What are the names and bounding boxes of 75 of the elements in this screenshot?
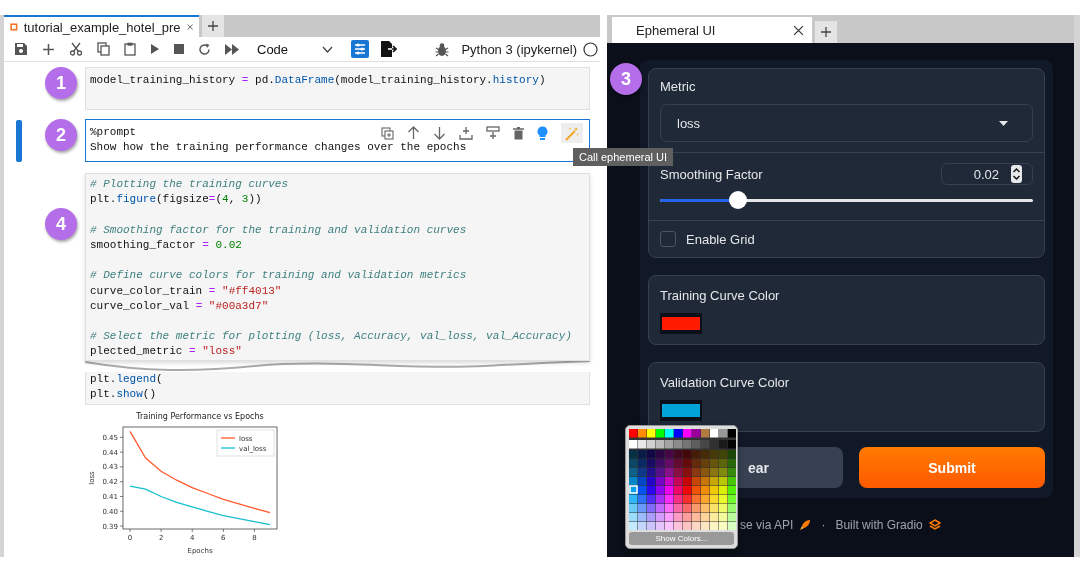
tooltip: Call ephemeral UI: [573, 148, 674, 166]
chevron-down-icon: [322, 45, 334, 53]
insert-above-icon[interactable]: [486, 126, 500, 141]
lightbulb-icon[interactable]: [537, 125, 548, 141]
restart-icon[interactable]: [198, 42, 211, 56]
color-label: Validation Curve Color: [660, 375, 791, 390]
code-line: plt.show(): [90, 386, 156, 402]
kernel-name[interactable]: Python 3 (ipykernel): [461, 41, 577, 57]
close-icon[interactable]: [793, 24, 804, 36]
code-line: %prompt: [90, 125, 137, 141]
code-line: # Define curve colors for training and validation metrics: [90, 268, 467, 284]
step-badge: 3: [610, 63, 642, 95]
new-tab-button[interactable]: [815, 21, 837, 43]
app-tab[interactable]: Ephemeral UI: [612, 17, 812, 43]
code-cell[interactable]: model_training_history = pd.DataFrame(model_training_history.history): [85, 67, 590, 111]
property-inspector-icon[interactable]: [351, 40, 370, 59]
legend: [216, 429, 275, 457]
new-tab-button[interactable]: [202, 15, 224, 37]
number-input[interactable]: 0.02: [941, 163, 1033, 185]
kernel-status-icon: [583, 41, 598, 57]
gradio-logo-icon: [928, 519, 941, 531]
code-cell[interactable]: plt.legend( plt.show(): [85, 371, 590, 405]
code-line: curve_color_train = "#ff4013": [90, 283, 282, 299]
trash-icon[interactable]: [513, 126, 524, 140]
notebook-icon: [10, 21, 18, 33]
chart-title: Training Performance vs Epochs: [136, 412, 264, 421]
code-line: model_training_history = pd.DataFrame(model_training_history.history): [90, 73, 546, 89]
export-icon[interactable]: [379, 40, 398, 59]
code-line: curve_color_val = "#00a3d7": [90, 298, 269, 314]
cut-icon[interactable]: [69, 42, 83, 57]
color-label: Training Curve Color: [660, 288, 781, 303]
tab-title: tutorial_example_hotel_pre: [23, 19, 181, 35]
paste-icon[interactable]: [124, 42, 136, 57]
insert-below-icon[interactable]: [459, 126, 473, 141]
metric-dropdown[interactable]: loss: [660, 104, 1033, 142]
metric-label: Metric: [660, 79, 697, 94]
code-line: # Plotting the training curves: [90, 177, 289, 193]
enable-grid-label: Enable Grid: [686, 231, 755, 247]
code-line: plt.figure(figsize=(4, 3)): [90, 192, 262, 208]
arrow-up-icon[interactable]: [407, 126, 420, 141]
plus-icon: [207, 20, 219, 32]
stop-icon[interactable]: [174, 44, 184, 55]
code-line: # Select the metric for plotting (loss, Accuracy, val_loss, val_Accuracy): [90, 329, 572, 345]
api-link[interactable]: se via API: [740, 518, 794, 532]
code-line: Show how the training performance changes over the epochs: [90, 140, 467, 156]
code-line: # Smoothing factor for the training and validation curves: [90, 222, 467, 238]
caret-icon: [999, 120, 1008, 126]
step-badge: 2: [45, 119, 77, 152]
active-cell-marker: [16, 120, 22, 163]
run-icon[interactable]: [150, 43, 160, 56]
smoothing-label: Smoothing Factor: [660, 166, 763, 182]
copy-icon[interactable]: [97, 42, 110, 57]
add-icon[interactable]: [42, 42, 55, 56]
duplicate-icon[interactable]: [381, 126, 394, 140]
checkbox[interactable]: [660, 231, 676, 247]
magic-wand-icon: [564, 125, 580, 141]
cell-type-dropdown[interactable]: Code: [257, 41, 334, 57]
arrow-down-icon[interactable]: [433, 126, 446, 141]
separator-dot: ·: [821, 518, 826, 532]
tab-title: Ephemeral UI: [636, 22, 716, 38]
code-line: smoothing_factor = 0.02: [90, 238, 242, 253]
step-badge: 1: [45, 67, 77, 100]
notebook-tab[interactable]: tutorial_example_hotel_pre: [4, 15, 199, 37]
color-grid-drawing[interactable]: [629, 429, 736, 530]
gradio-link[interactable]: Built with Gradio: [835, 518, 923, 532]
spinner-icon[interactable]: [1011, 165, 1022, 183]
code-line: plected_metric = "loss": [90, 344, 242, 360]
code-cell[interactable]: [85, 173, 590, 361]
step-badge: 4: [45, 208, 77, 241]
slider-thumb[interactable]: [729, 191, 748, 209]
code-line: plt.legend(: [90, 371, 163, 387]
fast-forward-icon[interactable]: [225, 43, 239, 55]
bug-icon[interactable]: [435, 41, 450, 57]
plus-icon: [820, 26, 832, 38]
save-icon[interactable]: [14, 42, 28, 57]
